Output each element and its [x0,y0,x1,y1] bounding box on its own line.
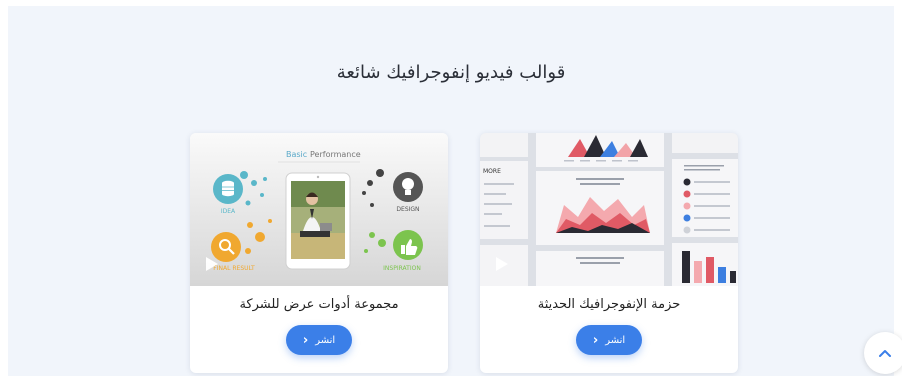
svg-text:MORE: MORE [483,168,501,175]
publish-button-label: انشر [315,334,336,346]
chevron-left-icon: ‹ [302,332,309,348]
svg-text:DESIGN: DESIGN [396,206,419,213]
svg-text:Performance: Performance [310,150,361,159]
template-thumbnail[interactable]: Basic Performance IDEA DESIGN FINAL RESU… [190,133,448,286]
play-icon[interactable] [496,257,508,271]
publish-button[interactable]: انشر ‹ [576,325,642,355]
chevron-up-icon [879,350,891,357]
chevron-left-icon: ‹ [592,332,599,348]
infographic-preview: MORE [480,133,738,286]
svg-text:IDEA: IDEA [221,208,236,215]
template-card-modern-infographic[interactable]: MORE حزمة الإنفوجرافيك الحديثة انشر ‹ [480,133,738,373]
svg-text:Basic: Basic [286,150,307,159]
template-card-presentation-kit[interactable]: Basic Performance IDEA DESIGN FINAL RESU… [190,133,448,373]
play-icon[interactable] [206,257,218,271]
publish-button-label: انشر [605,334,626,346]
card-title: حزمة الإنفوجرافيك الحديثة [537,297,681,312]
svg-text:FINAL RESULT: FINAL RESULT [213,265,255,272]
publish-button[interactable]: انشر ‹ [286,325,352,355]
section-title: قوالب فيديو إنفوجرافيك شائعة [336,62,566,83]
presentation-preview: Basic Performance IDEA DESIGN FINAL RESU… [190,133,448,286]
template-thumbnail[interactable]: MORE [480,133,738,286]
scroll-to-top-button[interactable] [864,332,902,374]
svg-text:INSPIRATION: INSPIRATION [383,265,421,272]
card-title: مجموعة أدوات عرض للشركة [239,297,399,312]
templates-section: قوالب فيديو إنفوجرافيك شائعة [8,6,894,376]
